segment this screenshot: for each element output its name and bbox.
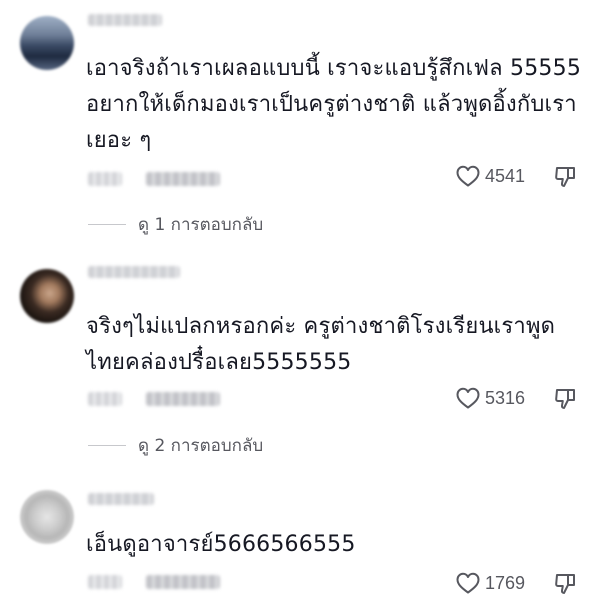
reply-button-blurred[interactable]: [146, 575, 220, 589]
like-button[interactable]: 1769: [455, 569, 525, 597]
comment-date-blurred: [88, 575, 122, 589]
like-count: 1769: [485, 572, 526, 593]
comment-3: เอ็นดูอาจารย์5666566555 1769: [0, 0, 600, 611]
username-blurred[interactable]: [88, 493, 154, 505]
comment-text: เอ็นดูอาจารย์5666566555: [86, 532, 356, 557]
avatar[interactable]: [20, 490, 74, 544]
heart-icon: [456, 572, 480, 594]
dislike-icon[interactable]: [553, 572, 577, 596]
